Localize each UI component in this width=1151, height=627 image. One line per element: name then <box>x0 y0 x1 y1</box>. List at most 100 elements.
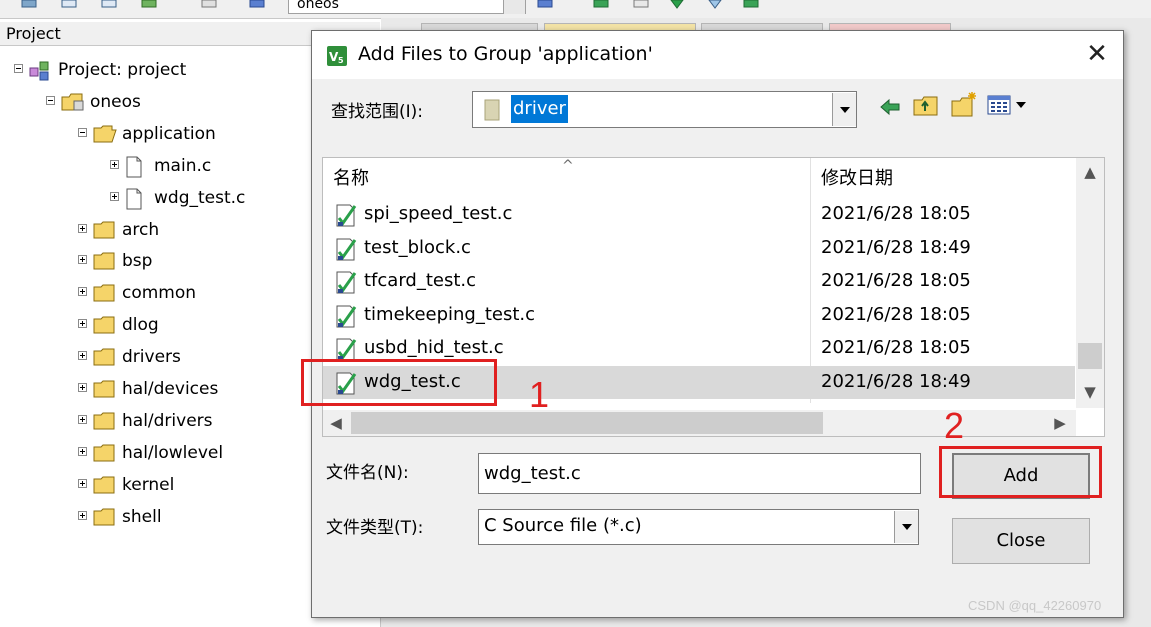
c-source-file-icon <box>336 204 357 227</box>
toolbar-icon[interactable] <box>200 0 218 10</box>
collapse-minus-icon[interactable] <box>14 64 23 73</box>
target-combo-dropdown[interactable] <box>503 0 525 14</box>
annotation-box-selected-file <box>301 359 497 406</box>
back-arrow-icon[interactable] <box>878 95 902 119</box>
tree-item-label: drivers <box>122 347 181 368</box>
tree-item-label: wdg_test.c <box>154 187 246 208</box>
toolbar-icon[interactable] <box>20 0 38 10</box>
target-combo[interactable]: oneos <box>288 0 526 14</box>
look-in-combo[interactable]: driver <box>472 91 857 128</box>
tree-item-label: dlog <box>122 315 159 336</box>
expand-plus-icon[interactable] <box>78 383 87 392</box>
svg-text:5: 5 <box>338 56 344 65</box>
file-name-cell: tfcard_test.c <box>364 270 477 291</box>
file-name-label: 文件名(N): <box>326 463 409 483</box>
sort-ascending-icon: ^ <box>562 158 574 174</box>
toolbar-icon[interactable] <box>60 0 78 10</box>
scroll-right-icon[interactable]: ▶ <box>1047 410 1073 436</box>
expand-plus-icon[interactable] <box>78 478 87 488</box>
new-folder-icon[interactable] <box>950 91 978 119</box>
toolbar-icon[interactable] <box>248 0 266 10</box>
up-folder-icon[interactable] <box>912 93 940 119</box>
annotation-box-add-button <box>939 446 1102 498</box>
tree-item-label: oneos <box>90 91 141 112</box>
folder-icon <box>92 443 118 471</box>
annotation-step-2: 2 <box>944 405 965 446</box>
tree-item-label: application <box>122 123 216 144</box>
close-button[interactable]: Close <box>952 518 1090 564</box>
folder-icon <box>92 475 118 503</box>
file-name-cell: timekeeping_test.c <box>364 303 536 325</box>
dialog-title: Add Files to Group 'application' <box>358 43 653 65</box>
scroll-left-icon[interactable]: ◀ <box>323 410 349 436</box>
file-row[interactable]: test_block.c 2021/6/28 18:49 <box>323 232 1075 265</box>
file-date-cell: 2021/6/28 18:05 <box>821 303 971 325</box>
expand-plus-icon[interactable] <box>110 159 119 169</box>
vertical-scroll-thumb[interactable] <box>1078 343 1102 369</box>
file-row[interactable]: spi_speed_test.c 2021/6/28 18:05 <box>323 198 1075 231</box>
c-source-file-icon <box>336 305 357 327</box>
tree-item-label: arch <box>122 219 160 240</box>
keil-app-icon: V 5 <box>327 46 347 66</box>
file-type-combo[interactable]: C Source file (*.c) <box>478 509 919 545</box>
folder-icon <box>92 411 118 439</box>
expand-plus-icon[interactable] <box>78 446 87 456</box>
file-row[interactable]: timekeeping_test.c 2021/6/28 18:05 <box>323 299 1075 332</box>
folder-icon <box>92 315 118 343</box>
vertical-scrollbar[interactable]: ▲ ▼ <box>1076 158 1104 408</box>
file-name-cell: spi_speed_test.c <box>364 203 513 224</box>
file-date-cell: 2021/6/28 18:05 <box>821 203 971 224</box>
annotation-step-1: 1 <box>529 374 550 415</box>
file-date-cell: 2021/6/28 18:05 <box>821 270 971 291</box>
chevron-down-icon[interactable] <box>832 93 856 126</box>
expand-plus-icon[interactable] <box>110 191 119 201</box>
horizontal-scroll-thumb[interactable] <box>351 412 823 434</box>
expand-plus-icon[interactable] <box>78 255 87 265</box>
file-row[interactable]: tfcard_test.c 2021/6/28 18:05 <box>323 265 1075 298</box>
folder-icon <box>92 283 118 311</box>
tree-item-label: hal/lowlevel <box>122 442 224 463</box>
tree-item-label: hal/drivers <box>122 410 213 431</box>
folder-icon <box>92 379 118 407</box>
tree-item-label: bsp <box>122 251 153 272</box>
c-source-file-icon <box>336 271 357 294</box>
file-type-value: C Source file (*.c) <box>484 515 642 536</box>
expand-plus-icon[interactable] <box>78 510 87 520</box>
toolbar-icon[interactable] <box>742 0 760 10</box>
close-icon[interactable]: ✕ <box>1080 37 1114 71</box>
toolbar-icon[interactable] <box>668 0 686 10</box>
tree-item-label: hal/devices <box>122 379 219 399</box>
toolbar-icon[interactable] <box>706 0 724 10</box>
toolbar-icon[interactable] <box>592 0 610 10</box>
scroll-up-icon[interactable]: ▲ <box>1076 160 1104 184</box>
scroll-down-icon[interactable]: ▼ <box>1076 380 1104 404</box>
file-name-input[interactable]: wdg_test.c <box>478 453 921 494</box>
expand-plus-icon[interactable] <box>78 319 87 329</box>
folder-icon <box>92 220 118 248</box>
file-name-cell: test_block.c <box>364 236 471 258</box>
toolbar-icon[interactable] <box>632 0 650 10</box>
collapse-minus-icon[interactable] <box>78 127 87 137</box>
ide-toolbar: oneos <box>0 0 1151 19</box>
look-in-label: 查找范围(I): <box>331 102 424 122</box>
folder-icon <box>484 99 500 121</box>
dialog-titlebar[interactable]: V 5 Add Files to Group 'application' ✕ <box>312 31 1123 79</box>
chevron-down-icon[interactable] <box>894 511 918 543</box>
expand-plus-icon[interactable] <box>78 414 87 424</box>
expand-plus-icon[interactable] <box>78 351 87 361</box>
collapse-minus-icon[interactable] <box>46 95 55 105</box>
view-menu-icon[interactable] <box>986 93 1032 117</box>
column-header-name[interactable]: 名称 <box>333 167 369 191</box>
tree-item-label: common <box>122 283 197 304</box>
file-icon <box>124 188 144 218</box>
folder-icon <box>92 507 118 535</box>
folder-icon <box>92 347 118 375</box>
file-icon <box>124 156 144 186</box>
expand-plus-icon[interactable] <box>78 287 87 297</box>
toolbar-icon[interactable] <box>140 0 158 10</box>
toolbar-icon[interactable] <box>536 0 554 10</box>
column-header-date[interactable]: 修改日期 <box>821 167 893 191</box>
expand-plus-icon[interactable] <box>78 223 87 233</box>
toolbar-icon[interactable] <box>100 0 118 10</box>
c-source-file-icon <box>336 238 357 260</box>
